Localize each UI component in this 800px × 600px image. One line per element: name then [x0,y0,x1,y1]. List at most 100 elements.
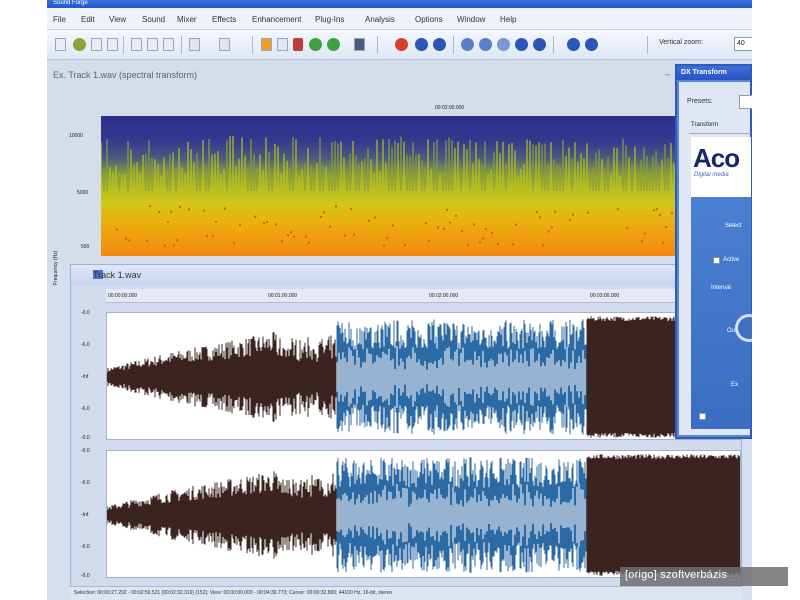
play-icon[interactable] [433,38,446,51]
title-bar: Sound Forge [47,0,752,8]
y-tick: 5000 [77,190,89,196]
scrub-icon[interactable] [585,38,598,51]
menu-bar: File Edit View Sound Mixer Effects Enhan… [47,8,752,30]
presets-label: Presets: [687,98,713,105]
vertical-zoom-select[interactable]: 40 [734,37,752,51]
previous-icon[interactable] [479,38,492,51]
menu-sound[interactable]: Sound [142,15,165,24]
window-icon[interactable] [354,38,365,51]
time-tick: 00:01:00.000 [268,293,298,299]
vertical-zoom-label: Vertical zoom: [659,39,703,46]
undo-icon[interactable] [189,38,200,51]
active-checkbox[interactable] [713,257,720,264]
presets-dropdown[interactable] [739,95,752,109]
rewind-icon[interactable] [461,38,474,51]
level-tick: -0.0 [81,573,90,579]
loop-icon[interactable] [567,38,580,51]
toolbar: Vertical zoom: 40 [47,30,752,60]
menu-options[interactable]: Options [415,15,443,24]
level-tick: -0.0 [81,448,90,454]
plugin-logo: Aco [693,143,740,173]
extra-label: Ex [731,382,739,388]
frequency-axis-label: Frequency (Hz) [53,250,59,285]
time-tick: 00:03:00.000 [590,293,620,299]
menu-window[interactable]: Window [457,15,485,24]
menu-file[interactable]: File [53,15,66,24]
level-tick: -6.0 [81,342,90,348]
time-tick: 00:02:00.000 [429,293,459,299]
toolbar-separator [377,36,378,54]
watermark: [origo] szoftverbázis [620,567,788,586]
toolbar-separator [181,36,182,54]
play-all-icon[interactable] [415,38,428,51]
redo-icon[interactable] [219,38,230,51]
tab-transform[interactable]: Transform [689,122,751,134]
waveform-window: Track 1.wav 00:00:00.000 00:01:00.000 00… [70,264,743,600]
menu-mixer[interactable]: Mixer [177,15,197,24]
zoom-in-icon[interactable] [309,38,322,51]
new-file-icon[interactable] [55,38,66,51]
menu-plugins[interactable]: Plug-Ins [315,15,344,24]
spectrum-window-title: Ex. Track 1.wav (spectral transform) [53,70,198,80]
waveform-left-graphic [107,316,740,438]
menu-analysis[interactable]: Analysis [365,15,395,24]
spectrogram-texture [101,136,729,247]
print-icon[interactable] [107,38,118,51]
spectrum-ruler-label: 00:02:00.000 [435,105,465,111]
active-label: Active [723,257,740,263]
close-icon[interactable]: – [665,69,670,79]
waveform-right-graphic [107,454,740,576]
bypass-checkbox[interactable] [699,413,706,420]
copy-icon[interactable] [147,38,158,51]
menu-view[interactable]: View [109,15,126,24]
pencil-icon[interactable] [277,38,288,51]
menu-help[interactable]: Help [500,15,516,24]
level-tick: -6.0 [81,406,90,412]
marker-icon[interactable] [293,38,303,51]
toolbar-separator [123,36,124,54]
level-tick: -0.0 [81,435,90,441]
time-tick: 00:00:00.000 [108,293,138,299]
waveform-channel-left[interactable] [106,312,741,440]
spectrogram[interactable] [101,116,729,256]
menu-effects[interactable]: Effects [212,15,236,24]
y-tick: 500 [81,244,90,250]
level-tick: -0.0 [81,310,90,316]
level-tick: -6.0 [81,480,90,486]
waveform-window-title: Track 1.wav [93,270,142,280]
app-title: Sound Forge [53,0,88,6]
menu-edit[interactable]: Edit [81,15,95,24]
zoom-out-icon[interactable] [327,38,340,51]
plugin-controls: Select Active Interval Out Ex [691,197,751,429]
status-bar: Selection: 00:00:27.202 - 00:02:59.521 (… [70,586,742,600]
waveform-window-titlebar: Track 1.wav [71,265,743,285]
dialog-body: Presets: Transform Aco Digital media Sel… [679,82,752,435]
toolbar-separator [252,36,253,54]
level-tick: -6.0 [81,544,90,550]
open-icon[interactable] [73,38,86,51]
dx-transform-dialog: DX Transform Presets: Transform Aco Digi… [675,64,752,439]
record-icon[interactable] [395,38,408,51]
level-tick: -Inf [81,374,89,380]
toolbar-separator [553,36,554,54]
select-label: Select [725,223,742,229]
waveform-channel-right[interactable] [106,450,741,578]
toolbar-separator [647,36,648,54]
interval-label: Interval [711,285,731,291]
stop-icon[interactable] [497,38,510,51]
level-tick: -Inf [81,512,89,518]
sound-editor-app: Sound Forge File Edit View Sound Mixer E… [47,0,752,600]
save-icon[interactable] [91,38,102,51]
toolbar-separator [453,36,454,54]
mix-icon[interactable] [261,38,272,51]
paste-icon[interactable] [163,38,174,51]
time-ruler[interactable]: 00:00:00.000 00:01:00.000 00:02:00.000 0… [106,289,741,303]
dialog-title: DX Transform [677,66,750,80]
cut-icon[interactable] [131,38,142,51]
next-icon[interactable] [515,38,528,51]
plugin-panel: Aco Digital media Select Active Interval… [691,137,751,429]
y-tick: 10000 [69,133,83,139]
plugin-logo-subtitle: Digital media [694,172,729,178]
forward-icon[interactable] [533,38,546,51]
menu-enhancement[interactable]: Enhancement [252,15,301,24]
